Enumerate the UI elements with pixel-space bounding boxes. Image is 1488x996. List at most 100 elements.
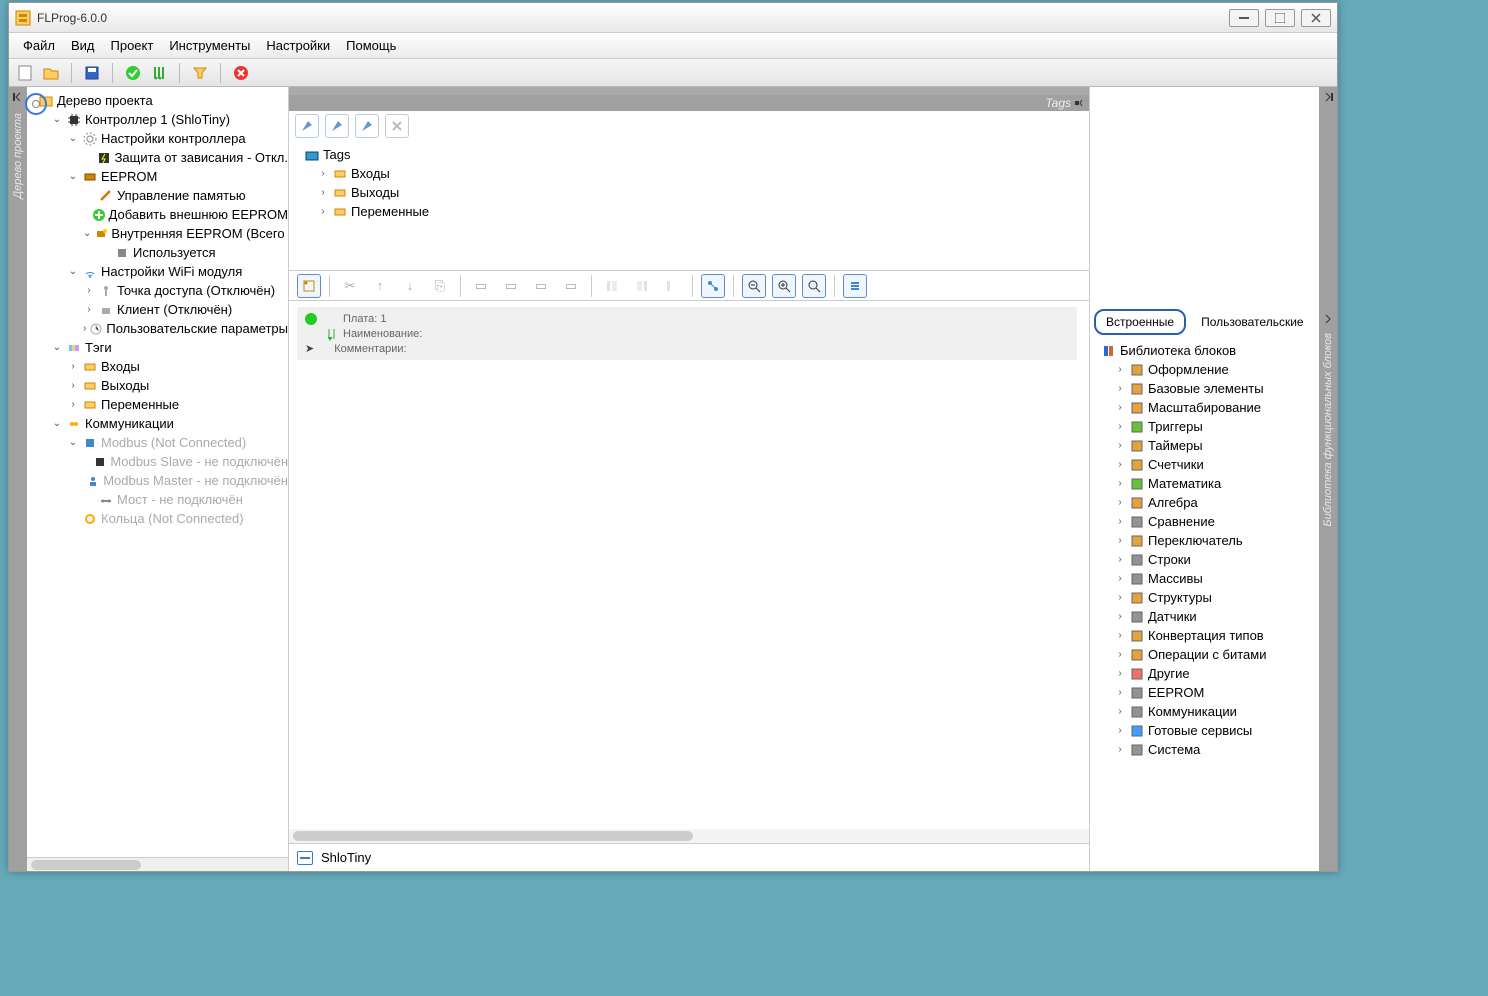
lib-node[interactable]: ›Масштабирование [1094,398,1315,417]
tag-btn2[interactable] [325,114,349,138]
round-toggle-button[interactable] [25,93,47,115]
wt-down[interactable]: ↓ [398,274,422,298]
lib-node[interactable]: ›Математика [1094,474,1315,493]
lib-node[interactable]: ›Триггеры [1094,417,1315,436]
tree-node[interactable]: ⌄Настройки контроллера [31,129,288,148]
tree-node[interactable]: Modbus Master - не подключён [31,471,288,490]
wt-b4[interactable]: ▭ [559,274,583,298]
tree-node[interactable]: Добавить внешнюю EEPROM [31,205,288,224]
minimize-button[interactable] [1229,9,1259,27]
wt-list[interactable] [843,274,867,298]
tags-node[interactable]: ›Входы [297,164,1081,183]
titlebar[interactable]: FLProg-6.0.0 [9,3,1337,33]
tree-root[interactable]: Дерево проекта [31,91,288,110]
lib-node[interactable]: ›Оформление [1094,360,1315,379]
library-tree[interactable]: Библиотека блоков›Оформление›Базовые эле… [1090,337,1319,871]
compile-button[interactable] [149,63,169,83]
tree-node[interactable]: ⌄Тэги [31,338,288,357]
tree-node[interactable]: ⌄Настройки WiFi модуля [31,262,288,281]
tree-node[interactable]: ›Переменные [31,395,288,414]
tree-node[interactable]: ⌄Внутренняя EEPROM (Всего байт - 512, За… [31,224,288,243]
tree-node[interactable]: ⌄Modbus (Not Connected) [31,433,288,452]
tag-btn1[interactable] [295,114,319,138]
tree-node[interactable]: ›Клиент (Отключён) [31,300,288,319]
tree-node[interactable]: Мост - не подключён [31,490,288,509]
open-button[interactable] [41,63,61,83]
maximize-button[interactable] [1265,9,1295,27]
lib-node[interactable]: ›Переключатель [1094,531,1315,550]
wt-copy[interactable]: ⎘ [428,274,452,298]
lib-node[interactable]: ›Алгебра [1094,493,1315,512]
work-hscroll[interactable] [289,829,1089,843]
new-button[interactable] [15,63,35,83]
wt-al1[interactable] [600,274,624,298]
lib-node[interactable]: ›Коммуникации [1094,702,1315,721]
collapse-lib-icon[interactable] [1322,313,1334,325]
lib-node[interactable]: ›Другие [1094,664,1315,683]
tree-node[interactable]: Modbus Slave - не подключён [31,452,288,471]
wt-zoomfit[interactable] [802,274,826,298]
lib-node[interactable]: ›Датчики [1094,607,1315,626]
save-button[interactable] [82,63,102,83]
lib-node[interactable]: ›Счетчики [1094,455,1315,474]
tags-node[interactable]: ›Переменные [297,202,1081,221]
tree-node[interactable]: ›Точка доступа (Отключён) [31,281,288,300]
wt-cut[interactable]: ✂ [338,274,362,298]
lib-node[interactable]: ›Базовые элементы [1094,379,1315,398]
collapse-right-icon[interactable] [1322,91,1334,103]
wt-b1[interactable]: ▭ [469,274,493,298]
wt-zoomin[interactable] [772,274,796,298]
tag-btn3[interactable] [355,114,379,138]
tree-node[interactable]: ⌄Контроллер 1 (ShloTiny) [31,110,288,129]
wt-up[interactable]: ↑ [368,274,392,298]
tree-node[interactable]: Используется [31,243,288,262]
tree-node[interactable]: ›Выходы [31,376,288,395]
wt-zoomout[interactable] [742,274,766,298]
hsplitter-top[interactable] [289,87,1089,95]
tags-node[interactable]: ›Выходы [297,183,1081,202]
tree-node[interactable]: ⌄Коммуникации [31,414,288,433]
menu-file[interactable]: Файл [17,36,61,55]
wt-net[interactable] [701,274,725,298]
menu-help[interactable]: Помощь [340,36,402,55]
lib-root[interactable]: Библиотека блоков [1094,341,1315,360]
tab-builtin[interactable]: Встроенные [1094,309,1186,335]
lib-node[interactable]: ›Сравнение [1094,512,1315,531]
lib-node[interactable]: ›Таймеры [1094,436,1315,455]
tree-node[interactable]: ›Входы [31,357,288,376]
project-tree[interactable]: Дерево проекта⌄Контроллер 1 (ShloTiny)⌄Н… [27,87,288,857]
wt-b2[interactable]: ▭ [499,274,523,298]
tags-collapse-icon[interactable] [1075,98,1085,108]
lib-node[interactable]: ›Система [1094,740,1315,759]
tree-node[interactable]: ›Пользовательские параметры [31,319,288,338]
tree-node[interactable]: Управление памятью [31,186,288,205]
wt-select[interactable] [297,274,321,298]
tree-node[interactable]: Защита от зависания - Откл. [31,148,288,167]
stop-button[interactable] [231,63,251,83]
filter-button[interactable] [190,63,210,83]
tab-user[interactable]: Пользовательские [1190,310,1315,334]
wt-b3[interactable]: ▭ [529,274,553,298]
lib-node[interactable]: ›EEPROM [1094,683,1315,702]
lib-node[interactable]: ›Готовые сервисы [1094,721,1315,740]
lib-node[interactable]: ›Операции с битами [1094,645,1315,664]
collapse-left-icon[interactable] [12,91,24,103]
close-button[interactable] [1301,9,1331,27]
menu-settings[interactable]: Настройки [260,36,336,55]
plate-info[interactable]: Плата: 1 Наименование: ➤Комментарии: [297,307,1077,360]
menu-tools[interactable]: Инструменты [163,36,256,55]
tags-root[interactable]: Tags [297,145,1081,164]
check-button[interactable] [123,63,143,83]
tree-hscroll[interactable] [27,857,288,871]
wt-al3[interactable] [660,274,684,298]
lib-node[interactable]: ›Структуры [1094,588,1315,607]
lib-node[interactable]: ›Конвертация типов [1094,626,1315,645]
tag-btn-close[interactable] [385,114,409,138]
tree-node[interactable]: Кольца (Not Connected) [31,509,288,528]
wt-al2[interactable] [630,274,654,298]
lib-node[interactable]: ›Массивы [1094,569,1315,588]
tags-tree[interactable]: Tags›Входы›Выходы›Переменные [289,141,1089,271]
menu-view[interactable]: Вид [65,36,101,55]
lib-node[interactable]: ›Строки [1094,550,1315,569]
tree-node[interactable]: ⌄EEPROM [31,167,288,186]
